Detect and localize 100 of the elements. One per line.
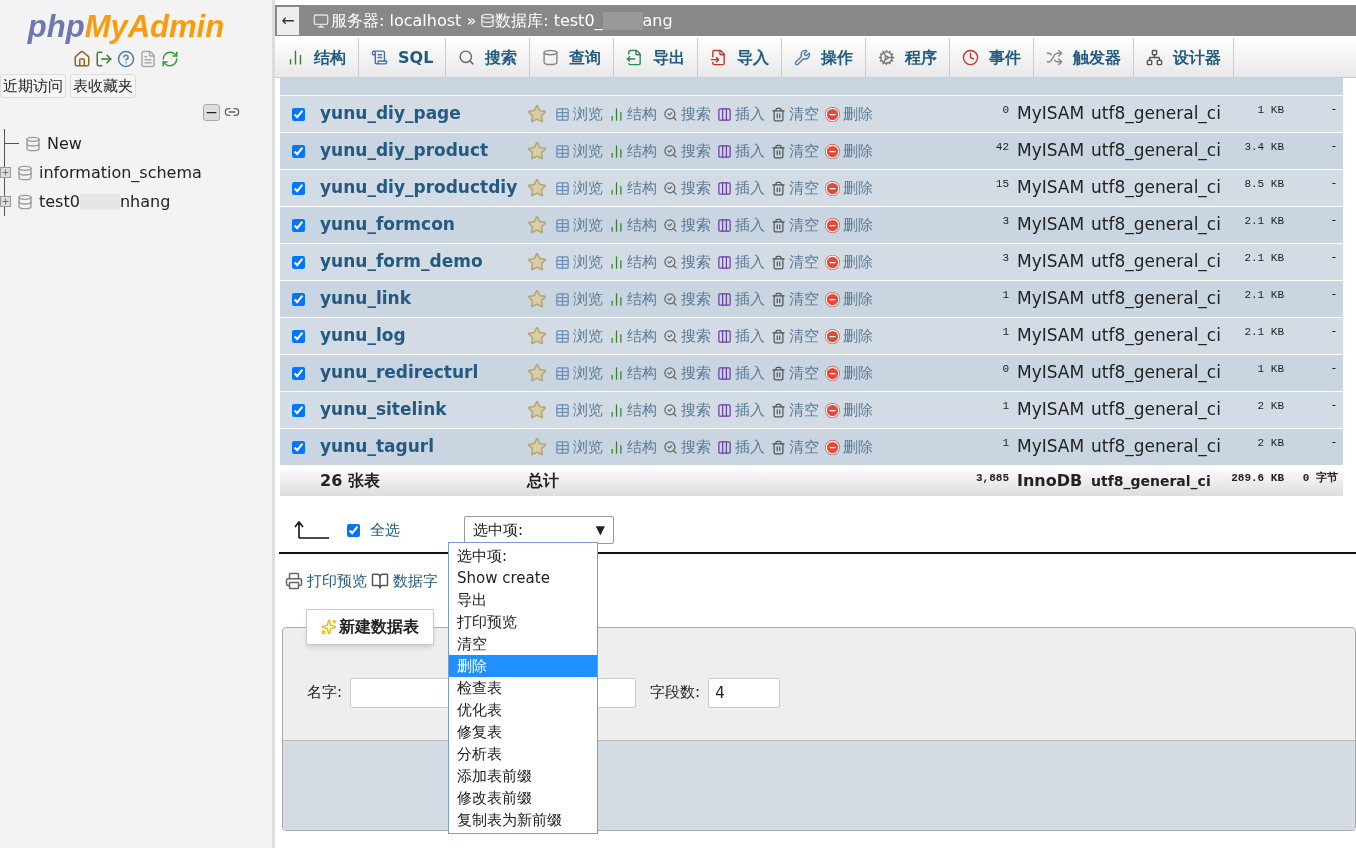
structure-icon[interactable] xyxy=(609,328,624,344)
search-icon[interactable] xyxy=(663,402,678,418)
structure-icon[interactable] xyxy=(609,106,624,122)
row-checkbox[interactable] xyxy=(292,218,305,232)
insert-link[interactable]: 插入 xyxy=(735,139,765,163)
insert-icon[interactable] xyxy=(717,402,732,418)
table-name-link[interactable]: yunu_formcon xyxy=(320,212,527,238)
insert-link[interactable]: 插入 xyxy=(735,324,765,348)
delete-icon[interactable] xyxy=(825,180,840,196)
nav-tab[interactable]: 结构 xyxy=(275,38,359,77)
drop-link[interactable]: 删除 xyxy=(843,287,873,311)
table-icon[interactable] xyxy=(555,365,570,381)
empty-link[interactable]: 清空 xyxy=(789,102,819,126)
table-icon[interactable] xyxy=(555,328,570,344)
drop-link[interactable]: 删除 xyxy=(843,435,873,459)
row-checkbox[interactable] xyxy=(292,144,305,158)
home-icon[interactable] xyxy=(73,50,91,68)
delete-icon[interactable] xyxy=(825,106,840,122)
empty-link[interactable]: 清空 xyxy=(789,250,819,274)
empty-link[interactable]: 清空 xyxy=(789,139,819,163)
drop-link[interactable]: 删除 xyxy=(843,139,873,163)
collapse-all-icon[interactable] xyxy=(203,104,220,121)
empty-link[interactable]: 清空 xyxy=(789,398,819,422)
insert-icon[interactable] xyxy=(717,180,732,196)
server-breadcrumb[interactable]: 服务器: localhost » xyxy=(331,8,477,33)
help-icon[interactable] xyxy=(117,50,135,68)
database-breadcrumb-end[interactable]: ang xyxy=(642,8,673,33)
database-tree-item[interactable]: information_schema xyxy=(39,160,202,185)
table-icon[interactable] xyxy=(555,106,570,122)
dropdown-option[interactable]: 优化表 xyxy=(449,699,597,721)
nav-tab[interactable]: 搜索 xyxy=(446,38,531,77)
dropdown-option[interactable]: 导出 xyxy=(449,589,597,611)
delete-icon[interactable] xyxy=(825,254,840,270)
search-icon[interactable] xyxy=(663,328,678,344)
database-tree-item[interactable]: New xyxy=(47,131,82,156)
search-icon[interactable] xyxy=(663,106,678,122)
nav-tab[interactable]: 事件 xyxy=(950,38,1035,77)
favorite-star-icon[interactable] xyxy=(527,437,547,457)
insert-link[interactable]: 插入 xyxy=(735,102,765,126)
search-link[interactable]: 搜索 xyxy=(681,176,711,200)
delete-icon[interactable] xyxy=(825,365,840,381)
search-icon[interactable] xyxy=(663,143,678,159)
nav-tab[interactable]: 设计器 xyxy=(1134,38,1235,77)
drop-link[interactable]: 删除 xyxy=(843,361,873,385)
dropdown-option[interactable]: 检查表 xyxy=(449,677,597,699)
drop-link[interactable]: 删除 xyxy=(843,176,873,200)
nav-tab[interactable]: 导入 xyxy=(698,38,783,77)
nav-tab[interactable]: 程序 xyxy=(866,38,951,77)
browse-link[interactable]: 浏览 xyxy=(573,287,603,311)
structure-link[interactable]: 结构 xyxy=(627,398,657,422)
structure-link[interactable]: 结构 xyxy=(627,287,657,311)
structure-icon[interactable] xyxy=(609,143,624,159)
browse-link[interactable]: 浏览 xyxy=(573,435,603,459)
nav-tab[interactable]: 导出 xyxy=(614,38,699,77)
row-checkbox[interactable] xyxy=(292,181,305,195)
search-link[interactable]: 搜索 xyxy=(681,250,711,274)
favorite-star-icon[interactable] xyxy=(527,104,547,124)
dropdown-option[interactable]: 分析表 xyxy=(449,743,597,765)
browse-link[interactable]: 浏览 xyxy=(573,213,603,237)
favorite-star-icon[interactable] xyxy=(527,178,547,198)
structure-icon[interactable] xyxy=(609,365,624,381)
search-link[interactable]: 搜索 xyxy=(681,398,711,422)
select-all-label[interactable]: 全选 xyxy=(370,518,400,542)
browse-link[interactable]: 浏览 xyxy=(573,398,603,422)
row-checkbox[interactable] xyxy=(292,292,305,306)
phpmyadmin-logo[interactable]: phpMyAdmin xyxy=(27,8,225,46)
dropdown-option[interactable]: 清空 xyxy=(449,633,597,655)
logout-icon[interactable] xyxy=(95,50,113,68)
structure-link[interactable]: 结构 xyxy=(627,361,657,385)
database-tree-item[interactable]: test0 xyxy=(39,189,80,214)
browse-link[interactable]: 浏览 xyxy=(573,250,603,274)
empty-link[interactable]: 清空 xyxy=(789,213,819,237)
row-checkbox[interactable] xyxy=(292,440,305,454)
insert-icon[interactable] xyxy=(717,328,732,344)
structure-link[interactable]: 结构 xyxy=(627,324,657,348)
search-icon[interactable] xyxy=(663,439,678,455)
search-icon[interactable] xyxy=(663,254,678,270)
nav-tab[interactable]: 查询 xyxy=(530,38,615,77)
insert-icon[interactable] xyxy=(717,365,732,381)
sidebar-tab-button[interactable]: 表收藏夹 xyxy=(70,74,136,98)
sidebar-tab-button[interactable]: 近期访问 xyxy=(0,74,66,98)
delete-icon[interactable] xyxy=(825,143,840,159)
table-name-link[interactable]: yunu_redirecturl xyxy=(320,360,527,386)
favorite-star-icon[interactable] xyxy=(527,141,547,161)
nav-tab[interactable]: SQL xyxy=(359,38,447,77)
favorite-star-icon[interactable] xyxy=(527,326,547,346)
delete-icon[interactable] xyxy=(825,217,840,233)
table-name-link[interactable]: yunu_sitelink xyxy=(320,397,527,423)
insert-icon[interactable] xyxy=(717,291,732,307)
structure-icon[interactable] xyxy=(609,180,624,196)
data-dictionary-link[interactable]: 数据字 xyxy=(393,570,438,593)
table-icon[interactable] xyxy=(555,180,570,196)
row-checkbox[interactable] xyxy=(292,329,305,343)
drop-link[interactable]: 删除 xyxy=(843,102,873,126)
search-icon[interactable] xyxy=(663,291,678,307)
browse-link[interactable]: 浏览 xyxy=(573,102,603,126)
search-link[interactable]: 搜索 xyxy=(681,102,711,126)
empty-link[interactable]: 清空 xyxy=(789,324,819,348)
search-link[interactable]: 搜索 xyxy=(681,139,711,163)
table-name-link[interactable]: yunu_diy_page xyxy=(320,101,527,127)
